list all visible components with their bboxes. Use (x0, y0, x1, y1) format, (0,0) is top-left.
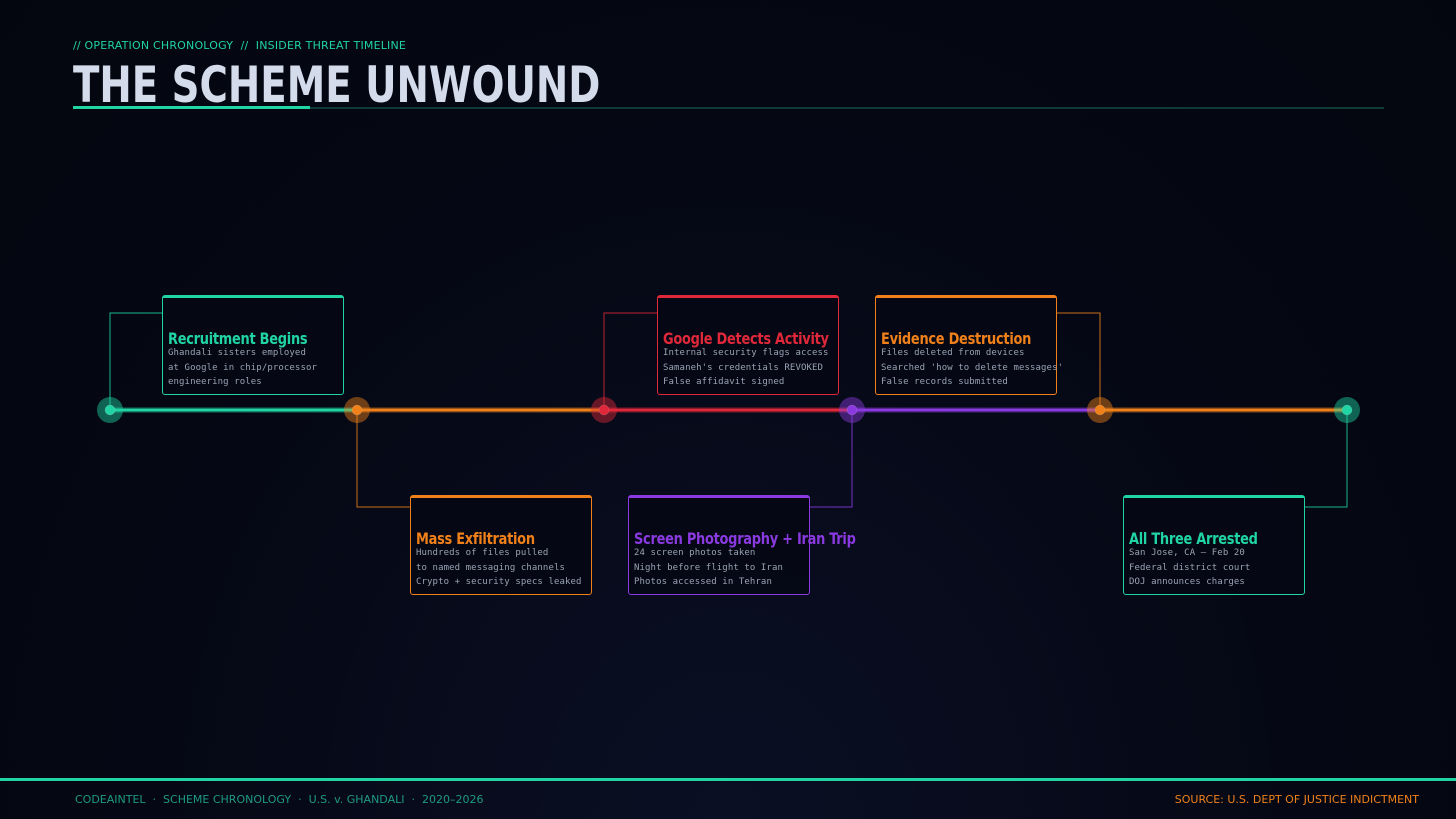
timeline-segment (357, 408, 604, 412)
footer-credits: CODEAINTEL · SCHEME CHRONOLOGY · U.S. v.… (75, 793, 484, 806)
event-title: Evidence Destruction (881, 329, 1032, 348)
event-detail: Night before flight to Iran (634, 562, 783, 573)
event-card: Mass Exfiltration Hundreds of files pulle… (410, 495, 592, 595)
timeline-node (1094, 404, 1106, 416)
timeline-segment (852, 408, 1100, 412)
event-detail: San Jose, CA — Feb 20 (1129, 548, 1245, 558)
event-title: Mass Exfiltration (416, 529, 535, 548)
event-detail: engineering roles (168, 377, 262, 387)
event-detail: DOJ announces charges (1129, 577, 1245, 587)
event-detail: False affidavit signed (663, 377, 785, 387)
event-detail: Internal security flags access (663, 348, 829, 358)
event-detail: 24 screen photos taken (634, 548, 756, 558)
event-detail: False records submitted (881, 377, 1008, 387)
event-detail: Federal district court (1129, 562, 1251, 573)
event-connector (1057, 312, 1101, 410)
event-connector (603, 312, 657, 410)
event-detail: Samaneh's credentials REVOKED (663, 362, 824, 373)
event-connector (1305, 410, 1348, 508)
event-detail: Ghandali sisters employed (168, 348, 306, 358)
timeline-segment (604, 408, 852, 412)
event-title: All Three Arrested (1129, 529, 1258, 548)
timeline-segment (110, 408, 357, 412)
event-title: Google Detects Activity (663, 329, 829, 348)
event-card: All Three Arrested San Jose, CA — Feb 20 F… (1123, 495, 1305, 595)
event-connector (356, 410, 410, 508)
event-detail: at Google in chip/processor (168, 362, 317, 373)
event-detail: to named messaging channels (416, 562, 565, 573)
footer-source: SOURCE: U.S. DEPT OF JUSTICE INDICTMENT (1174, 793, 1419, 806)
event-detail: Searched 'how to delete messages' (881, 362, 1064, 373)
event-detail: Files deleted from devices (881, 348, 1025, 358)
timeline-node (1341, 404, 1353, 416)
event-card: Evidence Destruction Files deleted from d… (875, 295, 1063, 395)
event-connector (810, 410, 853, 508)
timeline-segment (1100, 408, 1347, 412)
event-card: Recruitment Begins Ghandali sisters emplo… (162, 295, 344, 395)
event-detail: Hundreds of files pulled (416, 548, 549, 558)
timeline-node (351, 404, 363, 416)
event-detail: Crypto + security specs leaked (416, 577, 582, 587)
event-connector (109, 312, 162, 410)
event-detail: Photos accessed in Tehran (634, 577, 772, 587)
event-card: Google Detects Activity Internal security… (657, 295, 839, 395)
timeline-node (598, 404, 610, 416)
timeline-node (846, 404, 858, 416)
event-title: Recruitment Begins (168, 329, 308, 348)
event-title: Screen Photography + Iran Trip (634, 529, 856, 548)
footer-divider (0, 778, 1456, 781)
event-card: Screen Photography + Iran Trip 24 screen … (628, 495, 856, 595)
timeline-node (104, 404, 116, 416)
timeline-diagram (97, 312, 1360, 508)
